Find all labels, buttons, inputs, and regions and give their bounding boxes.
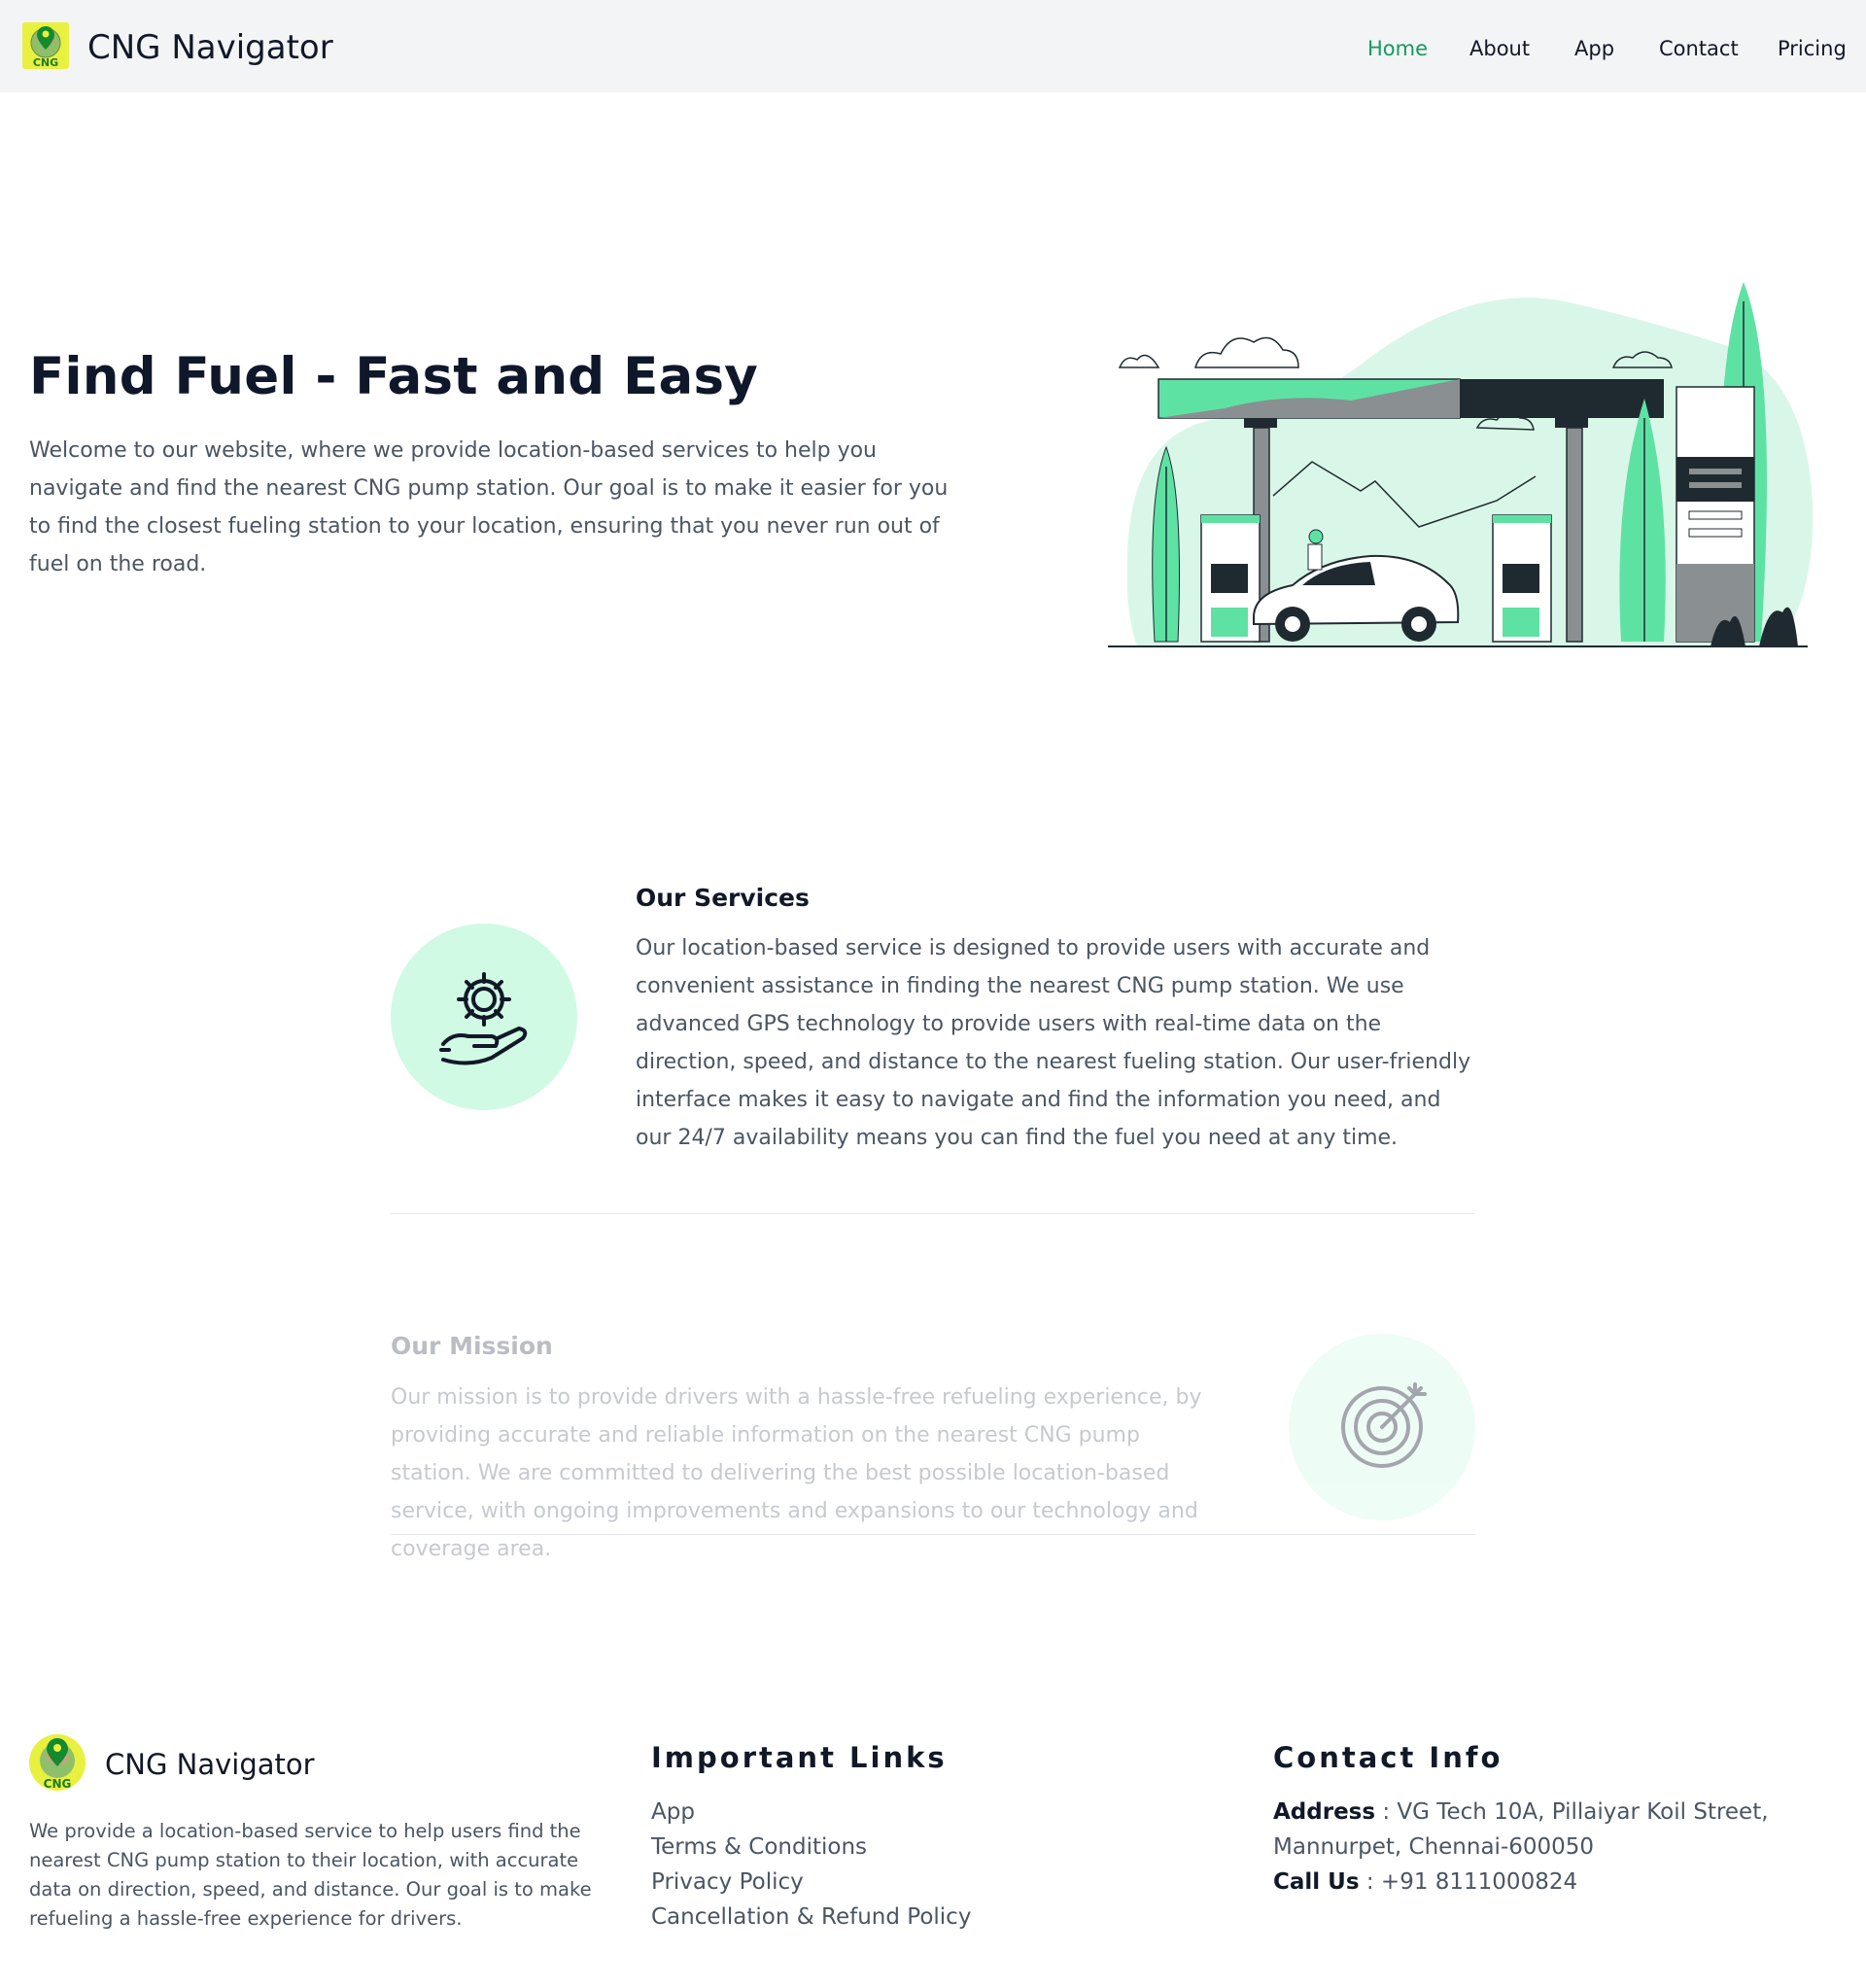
address-label: Address <box>1273 1799 1376 1825</box>
gas-station-illustration <box>1108 272 1817 661</box>
cng-logo-icon[interactable]: CNG <box>22 22 69 69</box>
contact-info: Address : VG Tech 10A, Pillaiyar Koil St… <box>1273 1795 1856 1900</box>
footer-link-privacy[interactable]: Privacy Policy <box>651 1865 971 1900</box>
footer-link-refund[interactable]: Cancellation & Refund Policy <box>651 1900 971 1935</box>
hero-title: Find Fuel - Fast and Easy <box>29 347 758 406</box>
target-arrow-icon <box>1341 1382 1427 1468</box>
gear-in-hand-icon <box>439 972 528 1065</box>
top-navbar: CNG CNG Navigator Home About App Contact… <box>0 0 1866 92</box>
address-line: Address : VG Tech 10A, Pillaiyar Koil St… <box>1273 1795 1856 1865</box>
phone-value[interactable]: : +91 8111000824 <box>1360 1869 1577 1895</box>
mission-text: Our mission is to provide drivers with a… <box>391 1385 1202 1561</box>
nav-about[interactable]: About <box>1469 35 1530 62</box>
mission-icon-circle <box>1289 1334 1475 1520</box>
hero-text: Welcome to our website, where we provide… <box>29 438 949 576</box>
nav-contact[interactable]: Contact <box>1659 35 1739 62</box>
nav-pricing[interactable]: Pricing <box>1778 35 1847 62</box>
mission-title: Our Mission <box>391 1332 553 1360</box>
contact-info-heading: Contact Info <box>1273 1741 1503 1774</box>
services-icon-circle <box>391 924 577 1110</box>
svg-text:CNG: CNG <box>33 56 58 69</box>
call-label: Call Us <box>1273 1869 1360 1895</box>
services-title: Our Services <box>636 884 810 912</box>
phone-line: Call Us : +91 8111000824 <box>1273 1865 1856 1900</box>
footer-brand[interactable]: CNG Navigator <box>105 1746 315 1783</box>
section-divider <box>391 1213 1475 1214</box>
nav-app[interactable]: App <box>1574 35 1614 62</box>
important-links-list: App Terms & Conditions Privacy Policy Ca… <box>651 1795 971 1935</box>
footer-cng-logo-icon[interactable]: CNG <box>29 1734 86 1791</box>
important-links-heading: Important Links <box>651 1741 948 1774</box>
footer-description: We provide a location-based service to h… <box>29 1820 592 1930</box>
svg-text:CNG: CNG <box>44 1777 72 1791</box>
services-text: Our location-based service is designed t… <box>636 936 1471 1150</box>
section-divider <box>391 1534 1475 1535</box>
brand-name[interactable]: CNG Navigator <box>87 26 333 69</box>
nav-home[interactable]: Home <box>1367 35 1428 62</box>
footer-link-terms[interactable]: Terms & Conditions <box>651 1830 971 1865</box>
footer-link-app[interactable]: App <box>651 1795 971 1830</box>
